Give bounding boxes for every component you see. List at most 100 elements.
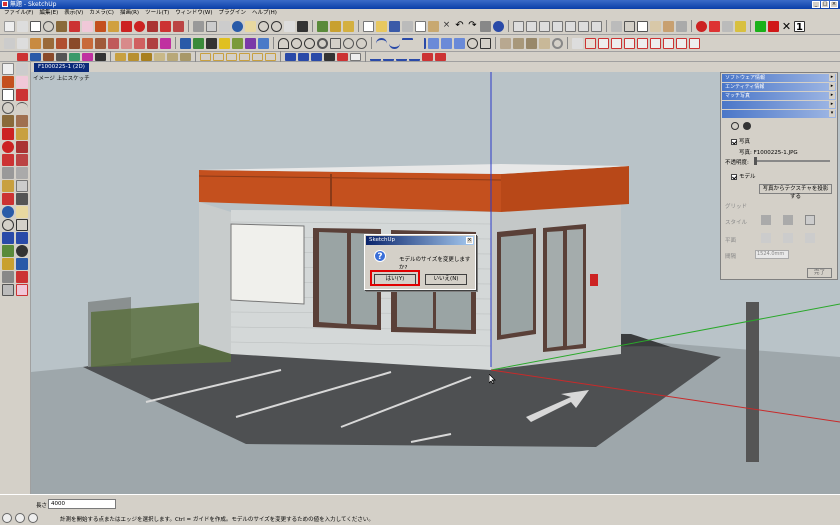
- tab-scene[interactable]: F1000225-1 (2D): [34, 63, 89, 72]
- bezier-icon[interactable]: [376, 37, 387, 49]
- axes-icon[interactable]: [219, 20, 230, 32]
- play-icon[interactable]: [324, 52, 335, 61]
- plane-option-icon[interactable]: [805, 233, 815, 243]
- back-view-icon[interactable]: [565, 20, 576, 32]
- model-info-icon[interactable]: [493, 20, 504, 32]
- lookaround-tool-icon[interactable]: [16, 245, 28, 257]
- walk-tool-icon[interactable]: [2, 245, 14, 257]
- rectangle-icon[interactable]: [30, 20, 41, 32]
- one-icon[interactable]: 1: [794, 20, 805, 33]
- spacing-input[interactable]: 1524.0mm: [755, 250, 789, 259]
- box3d-icon[interactable]: [115, 52, 126, 61]
- stamp-tool-icon[interactable]: [16, 271, 28, 283]
- pencil-icon[interactable]: [16, 89, 28, 101]
- section-tool-icon[interactable]: [16, 258, 28, 270]
- stretch-icon[interactable]: [676, 37, 687, 49]
- zoomext-tool-icon[interactable]: [2, 232, 14, 244]
- green-square-icon[interactable]: [755, 20, 766, 32]
- menu-help[interactable]: ヘルプ(H): [252, 9, 277, 18]
- previous-view-icon[interactable]: [297, 20, 308, 32]
- pushpull-tool-icon[interactable]: [16, 128, 28, 140]
- tape-measure-icon[interactable]: [193, 20, 204, 32]
- zoom-tool-icon[interactable]: [2, 219, 14, 231]
- protractor-tool-icon[interactable]: [2, 180, 14, 192]
- maximize-button[interactable]: □: [821, 1, 829, 8]
- loop-icon[interactable]: [304, 37, 315, 49]
- tray-header[interactable]: ソフトウェア情報 ▸: [722, 74, 836, 82]
- close-button[interactable]: ×: [830, 1, 838, 8]
- move-tool-icon[interactable]: [2, 128, 14, 140]
- curve-icon[interactable]: [278, 37, 289, 49]
- spiral-icon[interactable]: [356, 37, 367, 49]
- dark-tag-icon[interactable]: [95, 52, 106, 61]
- pan-tool-icon[interactable]: [16, 206, 28, 218]
- text-tool-2-icon[interactable]: [16, 180, 28, 192]
- tray-header[interactable]: ▸: [722, 101, 836, 109]
- paint-bucket-icon[interactable]: [95, 20, 106, 32]
- sun-icon[interactable]: [735, 20, 746, 32]
- erase-icon[interactable]: [16, 76, 28, 88]
- camera-tool-icon[interactable]: [2, 258, 14, 270]
- look-around-icon[interactable]: [343, 20, 354, 32]
- sandbox-tool-icon[interactable]: [2, 271, 14, 283]
- make-component-icon[interactable]: [16, 63, 28, 75]
- plane-option-icon[interactable]: [761, 233, 771, 243]
- minimize-button[interactable]: _: [812, 1, 820, 8]
- left-view-icon[interactable]: [578, 20, 589, 32]
- arc-icon[interactable]: [291, 37, 302, 49]
- plane-option-icon[interactable]: [783, 233, 793, 243]
- offset-tool-icon[interactable]: [16, 154, 28, 166]
- line-icon[interactable]: [17, 37, 28, 49]
- text-tool-icon[interactable]: [206, 37, 217, 49]
- select-tool-icon[interactable]: [4, 20, 15, 32]
- bottom-view-icon[interactable]: [591, 20, 602, 32]
- flex-icon[interactable]: [689, 37, 700, 49]
- zoom-icon[interactable]: [258, 20, 269, 32]
- paint-icon[interactable]: [2, 76, 14, 88]
- pen-line-icon[interactable]: [572, 37, 583, 49]
- hidden-line-icon[interactable]: [637, 20, 648, 32]
- done-button[interactable]: 完了: [807, 268, 832, 278]
- polygon-tool-icon[interactable]: [2, 115, 14, 127]
- taper-icon[interactable]: [663, 37, 674, 49]
- scale-icon[interactable]: [160, 20, 171, 32]
- pan-icon[interactable]: [245, 20, 256, 32]
- gear-icon[interactable]: [743, 122, 751, 130]
- gear-blue-2-icon[interactable]: [298, 52, 309, 61]
- top-view-icon[interactable]: [526, 20, 537, 32]
- box3d-4-icon[interactable]: [154, 52, 165, 61]
- opacity-slider-thumb[interactable]: [754, 157, 757, 165]
- hook-icon[interactable]: [415, 37, 426, 49]
- twist-icon[interactable]: [650, 37, 661, 49]
- zoom-extents-icon[interactable]: [284, 20, 295, 32]
- print-icon[interactable]: [480, 20, 491, 32]
- tray-header[interactable]: エンティティ情報 ▸: [722, 83, 836, 91]
- magenta-tool-icon[interactable]: [160, 37, 171, 49]
- tray-header[interactable]: マッチ写真 ▸: [722, 92, 836, 100]
- walk-icon[interactable]: [317, 20, 328, 32]
- add-photo-icon[interactable]: [731, 122, 739, 130]
- box3d-5-icon[interactable]: [167, 52, 178, 61]
- prism-icon[interactable]: [513, 37, 524, 49]
- tube-icon[interactable]: [134, 37, 145, 49]
- red-square-icon[interactable]: [768, 20, 779, 32]
- tape-tool-icon[interactable]: [2, 167, 14, 179]
- select-icon[interactable]: [2, 63, 14, 75]
- frame-5-icon[interactable]: [252, 52, 263, 61]
- scale-tool-icon[interactable]: [2, 154, 14, 166]
- menu-window[interactable]: ウィンドウ(W): [175, 9, 212, 18]
- blue-tag-icon[interactable]: [30, 52, 41, 61]
- menu-view[interactable]: 表示(V): [64, 9, 83, 18]
- cut-icon[interactable]: [402, 20, 413, 32]
- join-icon[interactable]: [428, 37, 439, 49]
- redo-icon[interactable]: ↷: [467, 20, 478, 32]
- component-icon[interactable]: [17, 20, 28, 32]
- bend-icon[interactable]: [624, 37, 635, 49]
- arrow-icon[interactable]: [4, 37, 15, 49]
- frame-3-icon[interactable]: [226, 52, 237, 61]
- model-checkbox[interactable]: [731, 173, 737, 180]
- yes-button[interactable]: はい(Y): [374, 274, 416, 285]
- paste-icon[interactable]: [428, 20, 439, 32]
- box3d-3-icon[interactable]: [141, 52, 152, 61]
- box3d-2-icon[interactable]: [128, 52, 139, 61]
